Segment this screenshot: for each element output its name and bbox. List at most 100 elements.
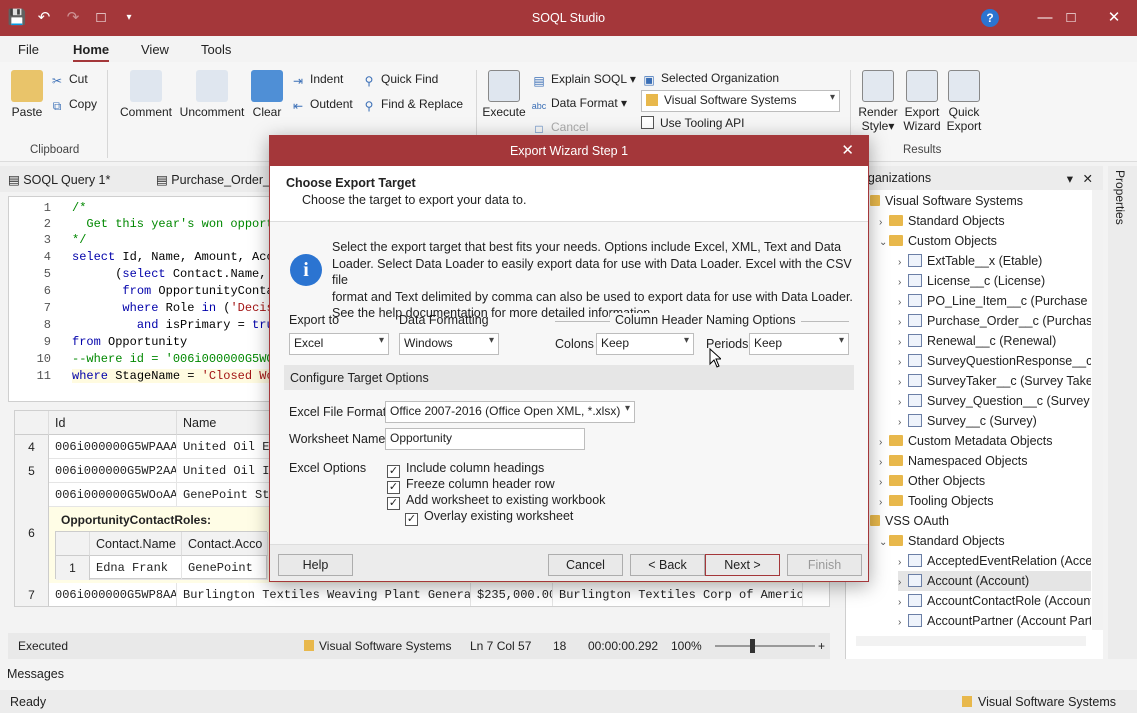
outdent-button[interactable]: ⇤ Outdent — [290, 97, 353, 113]
messages-tab[interactable]: Messages — [7, 667, 64, 681]
chevron-down-icon[interactable]: › — [879, 453, 889, 473]
chevron-right-icon[interactable]: › — [898, 613, 908, 630]
table-cell[interactable]: Burlington Textiles Weaving Plant Genera… — [177, 583, 471, 606]
organization-select[interactable]: Visual Software Systems ▾ — [641, 90, 840, 112]
use-tooling-checkbox[interactable]: Use Tooling API — [641, 116, 745, 130]
chevron-right-icon[interactable]: › — [898, 553, 908, 573]
tab-home[interactable]: Home — [73, 42, 110, 63]
next-button[interactable]: Next > — [705, 554, 780, 576]
tree-item[interactable]: › ExtTable__x (Etable) — [898, 251, 1042, 271]
properties-panel-tab[interactable]: Properties — [1108, 166, 1137, 659]
table-cell[interactable]: GenePoint — [182, 556, 268, 580]
tree-item[interactable]: › AccountPartner (Account Part — [898, 611, 1091, 630]
chevron-down-icon[interactable]: › — [879, 213, 889, 233]
tree-horizontal-scrollbar[interactable] — [856, 636, 1086, 646]
chevron-right-icon[interactable]: › — [898, 293, 908, 313]
option-freeze-header[interactable]: ✓ Freeze column header row — [387, 477, 555, 494]
tree-scrollbar[interactable] — [1092, 190, 1103, 630]
table-cell[interactable]: United Oil Em — [177, 435, 277, 459]
close-icon[interactable]: ✕ — [841, 136, 854, 166]
execute-button[interactable]: Execute — [482, 70, 526, 119]
data-formatting-select[interactable]: Windows ▾ — [399, 333, 499, 355]
cancel-button[interactable]: Cancel — [548, 554, 623, 576]
chevron-right-icon[interactable]: › — [898, 333, 908, 353]
tree-item[interactable]: › Account (Account) — [898, 571, 1091, 591]
periods-select[interactable]: Keep ▾ — [749, 333, 849, 355]
table-cell[interactable]: 006i000000G5WP2AAN — [49, 459, 177, 483]
tab-view[interactable]: View — [141, 42, 169, 57]
worksheet-name-input[interactable]: Opportunity — [385, 428, 585, 450]
tree-item[interactable]: ⌄Visual Software Systems — [860, 191, 1023, 211]
chevron-right-icon[interactable]: › — [898, 413, 908, 433]
chevron-right-icon[interactable]: › — [898, 273, 908, 293]
export-wizard-button[interactable]: Export Wizard — [902, 70, 942, 133]
tree-item[interactable]: › Other Objects — [879, 471, 985, 491]
find-replace-button[interactable]: ⚲ Find & Replace — [361, 97, 463, 113]
close-icon[interactable]: ✕ — [1083, 171, 1093, 186]
tree-item[interactable]: › PO_Line_Item__c (Purchase Or — [898, 291, 1091, 311]
paste-button[interactable]: Paste — [8, 70, 46, 119]
option-include-headings[interactable]: ✓ Include column headings — [387, 461, 544, 478]
comment-button[interactable]: Comment — [119, 70, 173, 119]
back-button[interactable]: < Back — [630, 554, 705, 576]
render-style-button[interactable]: Render Style▾ — [857, 70, 899, 133]
tree-item[interactable]: › Survey__c (Survey) — [898, 411, 1037, 431]
tab-purchase-order[interactable]: ▤ Purchase_Order_ — [156, 172, 270, 187]
tree-item[interactable]: › Tooling Objects — [879, 491, 993, 511]
tree-item[interactable]: › Renewal__c (Renewal) — [898, 331, 1056, 351]
zoom-slider[interactable] — [715, 645, 815, 647]
zoom-slider-thumb[interactable] — [750, 639, 755, 653]
help-icon[interactable]: ? — [981, 9, 999, 27]
table-cell[interactable]: 006i000000G5WPAAA3 — [49, 435, 177, 459]
option-add-worksheet[interactable]: ✓ Add worksheet to existing workbook — [387, 493, 605, 510]
table-cell[interactable]: Edna Frank — [90, 556, 182, 580]
table-cell[interactable]: GenePoint Sta — [177, 483, 277, 507]
tree-item[interactable]: › License__c (License) — [898, 271, 1045, 291]
tree-item[interactable]: ⌄ Standard Objects — [879, 531, 1005, 551]
chevron-right-icon[interactable]: › — [898, 373, 908, 393]
tree-item[interactable]: › SurveyTaker__c (Survey Taken) — [898, 371, 1091, 391]
tab-soql-query-1[interactable]: ▤ SOQL Query 1* — [8, 172, 110, 187]
chevron-down-icon[interactable]: ▾ — [1067, 171, 1073, 186]
chevron-right-icon[interactable]: › — [898, 593, 908, 613]
clear-button[interactable]: Clear — [250, 70, 284, 119]
tree-item[interactable]: › SurveyQuestionResponse__c ( — [898, 351, 1091, 371]
chevron-down-icon[interactable]: › — [879, 493, 889, 513]
nested-grid[interactable]: Contact.Name Contact.Acco 1 Edna Frank G… — [55, 531, 268, 580]
cut-button[interactable]: ✂ Cut — [49, 72, 88, 88]
chevron-down-icon[interactable]: › — [879, 473, 889, 493]
indent-button[interactable]: ⇥ Indent — [290, 72, 343, 88]
table-cell[interactable]: Burlington Textiles Corp of America — [553, 583, 803, 606]
colons-select[interactable]: Keep ▾ — [596, 333, 694, 355]
uncomment-button[interactable]: Uncomment — [178, 70, 246, 119]
column-header-id[interactable]: Id — [49, 411, 177, 435]
tree-item[interactable]: › Custom Metadata Objects — [879, 431, 1053, 451]
table-cell[interactable]: $235,000.00 — [471, 583, 553, 606]
chevron-down-icon[interactable]: › — [879, 433, 889, 453]
chevron-right-icon[interactable]: › — [898, 313, 908, 333]
chevron-right-icon[interactable]: › — [898, 573, 908, 593]
maximize-button[interactable]: □ — [1048, 0, 1094, 36]
copy-button[interactable]: ⧉ Copy — [49, 97, 97, 113]
tree-item[interactable]: › Standard Objects — [879, 211, 1005, 231]
tab-file[interactable]: File — [18, 42, 39, 57]
quick-find-button[interactable]: ⚲ Quick Find — [361, 72, 439, 88]
chevron-right-icon[interactable]: › — [898, 253, 908, 273]
export-to-select[interactable]: Excel ▾ — [289, 333, 389, 355]
table-cell[interactable]: United Oil In — [177, 459, 277, 483]
tree-item[interactable]: › AccountContactRole (Account — [898, 591, 1091, 611]
chevron-right-icon[interactable]: › — [898, 393, 908, 413]
option-overlay-worksheet[interactable]: ✓ Overlay existing worksheet — [405, 509, 573, 526]
tree-item[interactable]: › Namespaced Objects — [879, 451, 1028, 471]
table-cell[interactable]: 006i000000G5WOoAAN — [49, 483, 177, 507]
help-button[interactable]: Help — [278, 554, 353, 576]
tree-item[interactable]: ⌄VSS OAuth — [860, 511, 949, 531]
tree-item[interactable]: › AcceptedEventRelation (Accep — [898, 551, 1091, 571]
column-header-contact-name[interactable]: Contact.Name — [90, 532, 182, 556]
quick-export-button[interactable]: Quick Export — [945, 70, 983, 133]
data-format-button[interactable]: abc Data Format ▾ — [531, 96, 627, 115]
chevron-down-icon[interactable]: ⌄ — [879, 233, 889, 253]
zoom-in-icon[interactable]: + — [818, 639, 825, 653]
column-header-contact-account[interactable]: Contact.Acco — [182, 532, 268, 556]
chevron-right-icon[interactable]: › — [898, 353, 908, 373]
